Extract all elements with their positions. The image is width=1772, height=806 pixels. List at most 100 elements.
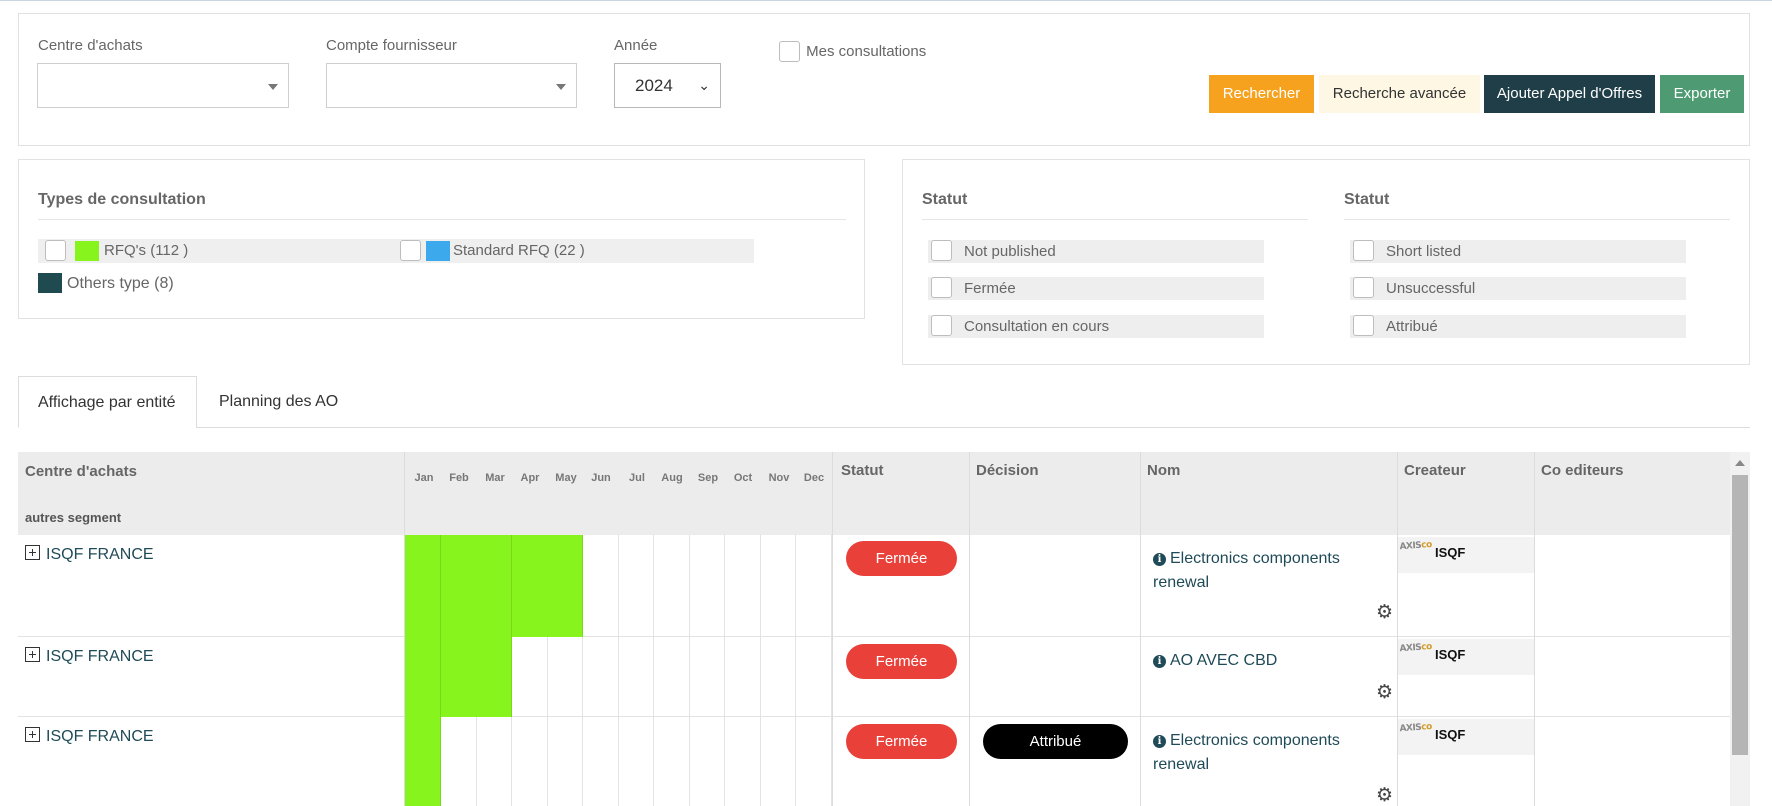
table-row[interactable]: ISQF FRANCE Fermée i AO AVEC CBD ⚙ AXISco… — [18, 637, 1730, 717]
month-cell — [583, 717, 619, 806]
annee-select[interactable]: 2024 ⌄ — [614, 63, 721, 108]
statut-panel: Statut Statut Not published Fermée Consu… — [902, 159, 1750, 365]
others-color-swatch — [38, 273, 62, 293]
centre-achats-label: Centre d'achats — [38, 37, 143, 54]
statut-unsuccessful[interactable]: Unsuccessful — [1350, 277, 1686, 300]
entity-name[interactable]: ISQF FRANCE — [46, 728, 154, 745]
centre-achats-select[interactable] — [37, 63, 289, 108]
month-cell — [725, 535, 761, 637]
month-cell — [405, 535, 441, 637]
top-border — [0, 0, 1772, 1]
month-cell — [405, 637, 441, 717]
statut-short-listed-checkbox[interactable] — [1353, 240, 1374, 261]
mes-consultations-checkbox[interactable] — [779, 41, 800, 62]
exporter-button[interactable]: Exporter — [1660, 75, 1744, 113]
types-consultation-panel: Types de consultation RFQ's (112 ) Stand… — [18, 159, 865, 319]
month-cell — [476, 535, 512, 637]
month-nov: Nov — [768, 472, 790, 484]
statut-attribue[interactable]: Attribué — [1350, 315, 1686, 338]
month-cell — [725, 637, 761, 717]
types-consultation-title: Types de consultation — [38, 191, 206, 208]
month-cell — [618, 637, 654, 717]
recherche-avancee-button[interactable]: Recherche avancée — [1319, 75, 1480, 113]
scroll-up-arrow-icon[interactable] — [1735, 460, 1745, 466]
statut-short-listed[interactable]: Short listed — [1350, 240, 1686, 263]
consultation-name[interactable]: i Electronics components renewal — [1153, 729, 1353, 777]
tab-planning-des-ao[interactable]: Planning des AO — [219, 393, 338, 411]
statut-not-published[interactable]: Not published — [928, 240, 1264, 263]
month-cell — [511, 535, 548, 637]
info-circle-icon[interactable]: i — [1153, 735, 1166, 748]
month-cell — [512, 637, 548, 717]
month-cell — [583, 535, 619, 637]
mes-consultations-toggle[interactable]: Mes consultations — [779, 41, 926, 62]
creator-cell: AXISco ISQF — [1398, 719, 1534, 755]
compte-fournisseur-label: Compte fournisseur — [326, 37, 457, 54]
table-row[interactable]: ISQF FRANCE Fermée Attribué i Electronics… — [18, 717, 1730, 806]
month-may: May — [555, 472, 577, 484]
month-feb: Feb — [449, 472, 469, 484]
rfqs-color-swatch — [75, 241, 99, 261]
entity-name[interactable]: ISQF FRANCE — [46, 546, 154, 563]
month-oct: Oct — [733, 472, 753, 484]
month-cell — [725, 717, 761, 806]
gear-icon[interactable]: ⚙ — [1376, 786, 1393, 805]
mes-consultations-label: Mes consultations — [806, 43, 927, 60]
month-cell — [760, 637, 796, 717]
statut-title-1: Statut — [922, 191, 968, 208]
statut-title-2: Statut — [1344, 191, 1390, 208]
type-rfqs-checkbox[interactable] — [45, 240, 66, 261]
statut-unsuccessful-checkbox[interactable] — [1353, 277, 1374, 298]
month-dec: Dec — [803, 472, 825, 484]
month-sep: Sep — [697, 472, 719, 484]
col-decision[interactable]: Décision — [976, 462, 1039, 479]
col-nom[interactable]: Nom — [1147, 462, 1180, 479]
plus-square-icon[interactable] — [25, 545, 40, 560]
statut-attribue-checkbox[interactable] — [1353, 315, 1374, 336]
month-cell — [654, 717, 690, 806]
col-statut[interactable]: Statut — [841, 462, 884, 479]
statut-consultation-en-cours-checkbox[interactable] — [931, 315, 952, 336]
info-circle-icon[interactable]: i — [1153, 655, 1166, 668]
statut-fermee-checkbox[interactable] — [931, 277, 952, 298]
month-aug: Aug — [661, 472, 683, 484]
compte-fournisseur-select[interactable] — [326, 63, 577, 108]
ajouter-appel-offres-button[interactable]: Ajouter Appel d'Offres — [1484, 75, 1655, 113]
info-circle-icon[interactable]: i — [1153, 553, 1166, 566]
statut-fermee[interactable]: Fermée — [928, 277, 1264, 300]
consultation-name[interactable]: i Electronics components renewal — [1153, 547, 1353, 595]
month-cell — [689, 535, 725, 637]
month-cell — [654, 535, 690, 637]
segment-row: autres segment — [18, 500, 1730, 535]
table-row[interactable]: ISQF FRANCE Fermée i Electronics componen… — [18, 535, 1730, 637]
type-standard-rfq-checkbox[interactable] — [400, 240, 421, 261]
col-co-editeurs[interactable]: Co editeurs — [1541, 462, 1624, 479]
type-filter-rfqs[interactable]: RFQ's (112 ) — [38, 239, 399, 263]
plus-square-icon[interactable] — [25, 727, 40, 742]
month-cell — [583, 637, 619, 717]
month-apr: Apr — [520, 472, 540, 484]
month-cell — [796, 637, 832, 717]
plus-square-icon[interactable] — [25, 647, 40, 662]
type-filter-standard-rfq[interactable]: Standard RFQ (22 ) — [393, 239, 754, 263]
col-createur[interactable]: Createur — [1404, 462, 1466, 479]
month-cell — [689, 637, 725, 717]
gear-icon[interactable]: ⚙ — [1376, 603, 1393, 622]
month-cell — [547, 637, 583, 717]
col-centre-achats[interactable]: Centre d'achats — [25, 463, 137, 480]
table-header: Centre d'achats Jan Feb Mar Apr May Jun … — [18, 452, 1730, 500]
annee-label: Année — [614, 37, 658, 54]
caret-down-icon — [268, 84, 278, 90]
statut-consultation-en-cours[interactable]: Consultation en cours — [928, 315, 1264, 338]
gear-icon[interactable]: ⚙ — [1376, 683, 1393, 702]
chevron-down-icon: ⌄ — [698, 77, 710, 93]
creator-cell: AXISco ISQF — [1398, 537, 1534, 573]
consultation-name[interactable]: i AO AVEC CBD — [1153, 649, 1353, 673]
statut-not-published-checkbox[interactable] — [931, 240, 952, 261]
month-cell — [618, 717, 654, 806]
table-scrollbar-thumb[interactable] — [1732, 475, 1748, 755]
month-cell — [796, 717, 832, 806]
tab-affichage-par-entite[interactable]: Affichage par entité — [18, 376, 197, 428]
entity-name[interactable]: ISQF FRANCE — [46, 648, 154, 665]
rechercher-button[interactable]: Rechercher — [1209, 75, 1314, 113]
